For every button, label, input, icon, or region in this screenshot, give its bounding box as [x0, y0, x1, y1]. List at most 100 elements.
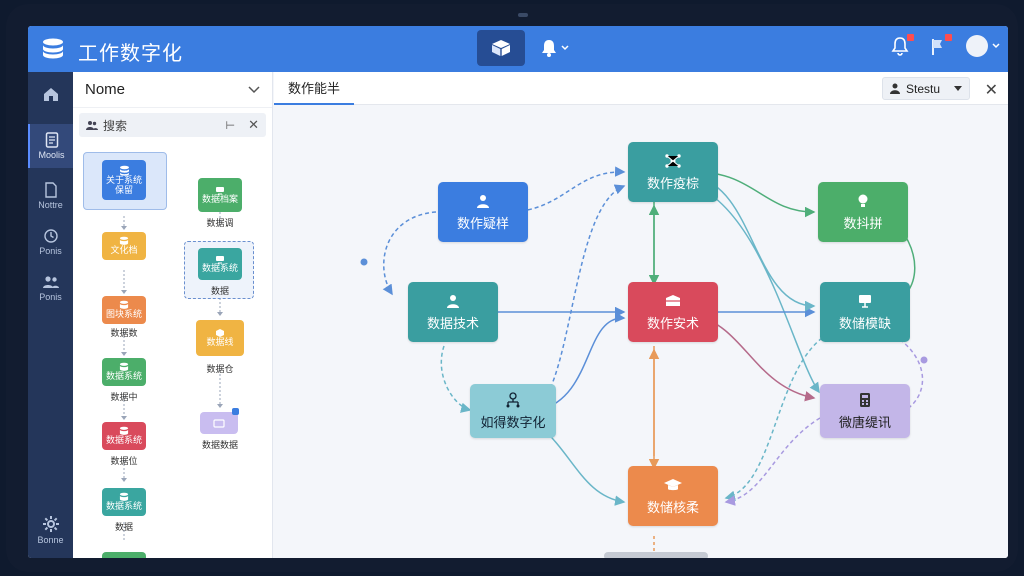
flow-node-3[interactable]: 数抖拼	[818, 182, 908, 242]
flow-node-label: 数作疫棕	[646, 175, 699, 191]
top-bar: 工作数字化	[28, 26, 1008, 72]
tab-active[interactable]: 数作能半	[274, 72, 355, 105]
explorer-panel: Nome 搜索 ⊢ ✕ 关于系统 保留 文化档 图块系统 数据数 数据系统 数据…	[73, 72, 279, 558]
tree-node-6[interactable]: 数据系统	[102, 488, 146, 516]
close-icon[interactable]: ✕	[248, 117, 259, 133]
tree-node-label: 文化档	[110, 245, 138, 256]
tree-node-label: 数据档案	[201, 193, 238, 204]
home-icon	[43, 88, 58, 101]
rail-home[interactable]	[28, 72, 73, 116]
tree-node-badge	[232, 408, 239, 415]
file-icon	[44, 182, 57, 198]
canvas-scrollbar[interactable]	[604, 552, 708, 558]
left-rail: Moolis Nottre Ponis Ponis Bonne	[28, 72, 73, 558]
group-icon	[86, 120, 98, 130]
flow-node-label: 如得数字化	[480, 414, 546, 430]
tree-node-label: 数据系统	[105, 371, 142, 382]
chevron-down-icon	[561, 45, 569, 51]
tree-node-5[interactable]: 数据系统	[102, 422, 146, 450]
panel-title: Nome	[85, 81, 126, 98]
chevron-down-icon	[248, 85, 260, 93]
tree-node-caption: 数据中	[110, 392, 138, 402]
main-workspace: 数作能半 Stestu ✕ 数作疑样 数作疫棕 数抖拼 数据技术 数作安术 数储…	[274, 72, 1008, 558]
box-icon	[492, 40, 510, 56]
notification-menu[interactable]	[540, 38, 569, 58]
collapse-icon[interactable]: ⊢	[226, 119, 236, 132]
tree-node-3[interactable]: 图块系统	[102, 296, 146, 324]
database-logo-icon	[40, 36, 66, 62]
rail-modules[interactable]: Moolis	[28, 124, 73, 168]
flow-node-9[interactable]: 数储核柔	[628, 466, 718, 526]
org-chart-icon	[506, 391, 520, 407]
flow-node-label: 数据技术	[426, 315, 479, 331]
tree-node-partial[interactable]	[102, 552, 146, 558]
rail-label: Ponis	[39, 292, 62, 302]
flow-node-label: 数储模缺	[838, 315, 891, 331]
lightbulb-icon	[858, 194, 868, 207]
alert-button[interactable]	[890, 34, 914, 57]
user-icon	[890, 83, 900, 94]
flow-node-1[interactable]: 数作疑样	[438, 182, 528, 242]
flow-node-label: 数储核柔	[646, 499, 699, 515]
top-right-toolbar	[890, 34, 1000, 57]
tree-node-2[interactable]: 文化档	[102, 232, 146, 260]
flow-node-8[interactable]: 微唐缇讯	[820, 384, 910, 438]
rail-label: Nottre	[38, 200, 63, 210]
monitor-icon	[859, 294, 871, 308]
tree-node-caption: 数据仓	[206, 364, 234, 374]
bell-icon	[542, 40, 556, 57]
rail-label: Moolis	[38, 150, 65, 160]
search-label: 搜索	[103, 118, 128, 133]
rail-notes[interactable]: Nottre	[28, 174, 73, 218]
chevron-down-icon	[992, 43, 1000, 49]
rail-label: Bonne	[37, 535, 64, 545]
gear-icon	[42, 516, 59, 532]
tree-node-caption: 数据数	[110, 328, 138, 338]
module-tree: 关于系统 保留 文化档 图块系统 数据数 数据系统 数据中 数据系统 数据位 数…	[73, 142, 272, 558]
rail-points[interactable]: Ponis	[28, 220, 73, 264]
box-center-button[interactable]	[477, 30, 525, 66]
close-icon[interactable]: ✕	[985, 80, 998, 100]
tree-node-label: 数据系统	[105, 501, 142, 512]
archive-icon	[666, 294, 680, 306]
tree-node-caption: 数据	[114, 522, 133, 532]
flow-node-6[interactable]: 数储模缺	[820, 282, 910, 342]
tree-node-label: 图块系统	[105, 309, 142, 320]
flow-node-7[interactable]: 如得数字化	[470, 384, 556, 438]
tree-node-caption: 数据位	[110, 456, 138, 466]
flow-canvas[interactable]: 数作疑样 数作疫棕 数抖拼 数据技术 数作安术 数储模缺 如得数字化 微唐缇讯 …	[274, 106, 1008, 558]
alert-badge	[907, 34, 914, 41]
tree-node-7[interactable]: 数据档案	[198, 178, 242, 212]
tree-node-8[interactable]: 数据系统	[198, 248, 242, 280]
user-menu[interactable]	[966, 35, 1000, 57]
tree-node-label: 数据系统	[201, 262, 238, 273]
clock-icon	[43, 229, 58, 243]
avatar	[966, 35, 988, 57]
rail-points-2[interactable]: Ponis	[28, 266, 73, 310]
camera-dot	[518, 13, 528, 17]
panel-header[interactable]: Nome	[73, 72, 272, 108]
flow-node-4[interactable]: 数据技术	[408, 282, 498, 342]
tree-node-4[interactable]: 数据系统	[102, 358, 146, 386]
tree-node-9[interactable]: 数据线	[196, 320, 244, 356]
tree-node-1[interactable]: 关于系统 保留	[102, 160, 146, 200]
tree-node-caption: 数据数据	[201, 440, 238, 450]
flag-button[interactable]	[928, 34, 952, 57]
tree-node-caption: 数据调	[206, 218, 234, 228]
flag-badge	[945, 34, 952, 41]
rail-label: Ponis	[39, 246, 62, 256]
tree-node-caption: 数据	[210, 286, 229, 296]
tree-node-10[interactable]	[200, 412, 238, 434]
graduation-cap-icon	[664, 478, 682, 490]
document-icon	[45, 132, 58, 148]
device-frame: 工作数字化 Moolis Nottre Ponis Ponis Bonne No…	[6, 4, 1018, 572]
app-title: 工作数字化	[78, 43, 183, 65]
users-icon	[42, 276, 59, 288]
calculator-icon	[860, 392, 870, 407]
flow-node-2[interactable]: 数作疫棕	[628, 142, 718, 202]
search-bar[interactable]: 搜索 ⊢ ✕	[79, 113, 266, 137]
flow-node-5[interactable]: 数作安术	[628, 282, 718, 342]
tree-node-label: 数据系统	[105, 435, 142, 446]
rail-settings[interactable]: Bonne	[28, 508, 73, 552]
status-select[interactable]: Stestu	[882, 77, 970, 100]
